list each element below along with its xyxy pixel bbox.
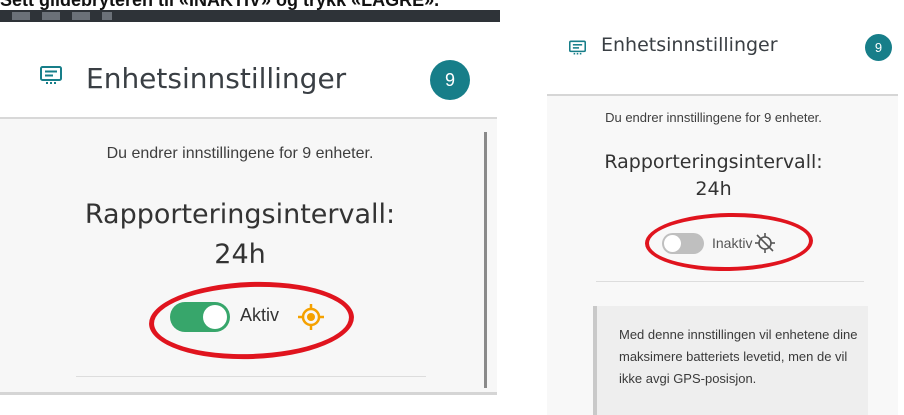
divider [76,376,426,377]
interval-label: Rapporteringsintervall: [604,151,823,173]
panel-bottom-edge [0,392,497,395]
left-settings-panel: Enhetsinnstillinger 9 Du endrer innstill… [0,10,500,415]
interval-label: Rapporteringsintervall: [84,199,396,230]
interval-heading: Rapporteringsintervall: 24h [0,195,480,275]
interval-heading: Rapporteringsintervall: 24h [541,149,886,203]
devices-message: Du endrer innstillingene for 9 enheter. [605,110,822,125]
panel-title: Enhetsinnstillinger [601,34,778,56]
divider [596,281,864,282]
interval-value: 24h [214,239,266,270]
device-count-badge: 9 [430,60,470,100]
right-settings-panel: Enhetsinnstillinger 9 Du endrer innstill… [541,14,898,415]
interval-value: 24h [695,178,732,200]
panel-title: Enhetsinnstillinger [86,62,347,95]
info-box: Med denne innstillingen vil enhetene din… [593,306,868,415]
panel-header: Enhetsinnstillinger 9 [541,14,898,96]
background-strip [0,10,500,22]
panel-edge [541,14,547,415]
device-list-icon [40,66,62,84]
device-count-badge: 9 [865,34,892,61]
info-text: Med denne innstillingen vil enhetene din… [619,327,858,386]
highlight-circle [644,211,814,273]
devices-message: Du endrer innstillingene for 9 enheter. [106,145,374,162]
scrollbar[interactable] [484,132,487,388]
panel-header: Enhetsinnstillinger 9 [0,22,497,119]
device-list-icon [569,40,586,55]
